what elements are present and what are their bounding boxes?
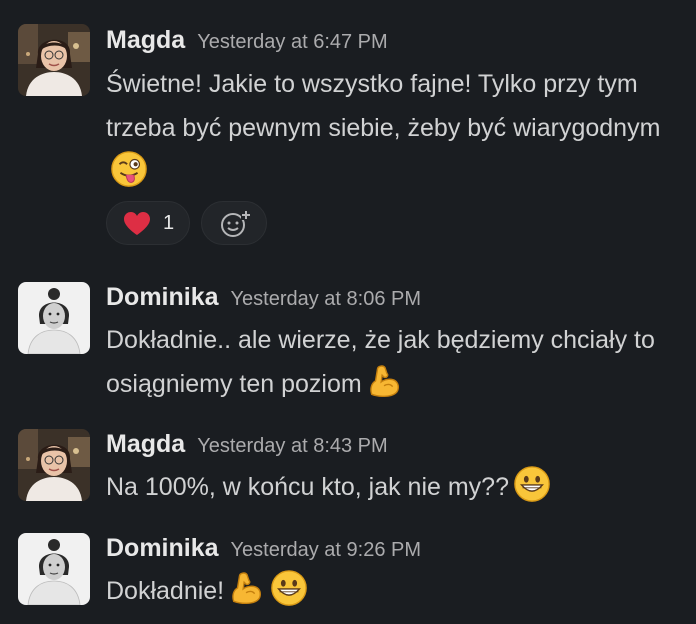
reaction-heart-button[interactable]: 1: [106, 201, 190, 245]
timestamp[interactable]: Yesterday at 9:26 PM: [231, 539, 422, 561]
heart-icon: [124, 212, 150, 235]
avatar[interactable]: [18, 533, 90, 605]
timestamp[interactable]: Yesterday at 6:47 PM: [197, 31, 388, 53]
add-emoji-icon: [221, 210, 251, 237]
flexed-biceps-emoji: [228, 569, 266, 607]
timestamp[interactable]: Yesterday at 8:43 PM: [197, 435, 388, 457]
author-name[interactable]: Magda: [106, 26, 185, 54]
author-name[interactable]: Dominika: [106, 283, 219, 311]
add-reaction-button[interactable]: [201, 201, 267, 245]
message-text: Na 100%, w końcu kto, jak nie my??: [106, 473, 509, 501]
timestamp[interactable]: Yesterday at 8:06 PM: [231, 288, 422, 310]
author-name[interactable]: Dominika: [106, 534, 219, 562]
message-text: Świetne! Jakie to wszystko fajne! Tylko …: [106, 70, 661, 142]
message-text: Dokładnie!: [106, 577, 225, 605]
winking-tongue-emoji: [110, 150, 148, 188]
avatar[interactable]: [18, 24, 90, 96]
grinning-emoji: [270, 569, 308, 607]
author-name[interactable]: Magda: [106, 430, 185, 458]
reaction-count: 1: [163, 212, 175, 234]
avatar[interactable]: [18, 429, 90, 501]
avatar[interactable]: [18, 282, 90, 354]
grinning-emoji: [513, 465, 551, 503]
flexed-biceps-emoji: [366, 362, 404, 400]
